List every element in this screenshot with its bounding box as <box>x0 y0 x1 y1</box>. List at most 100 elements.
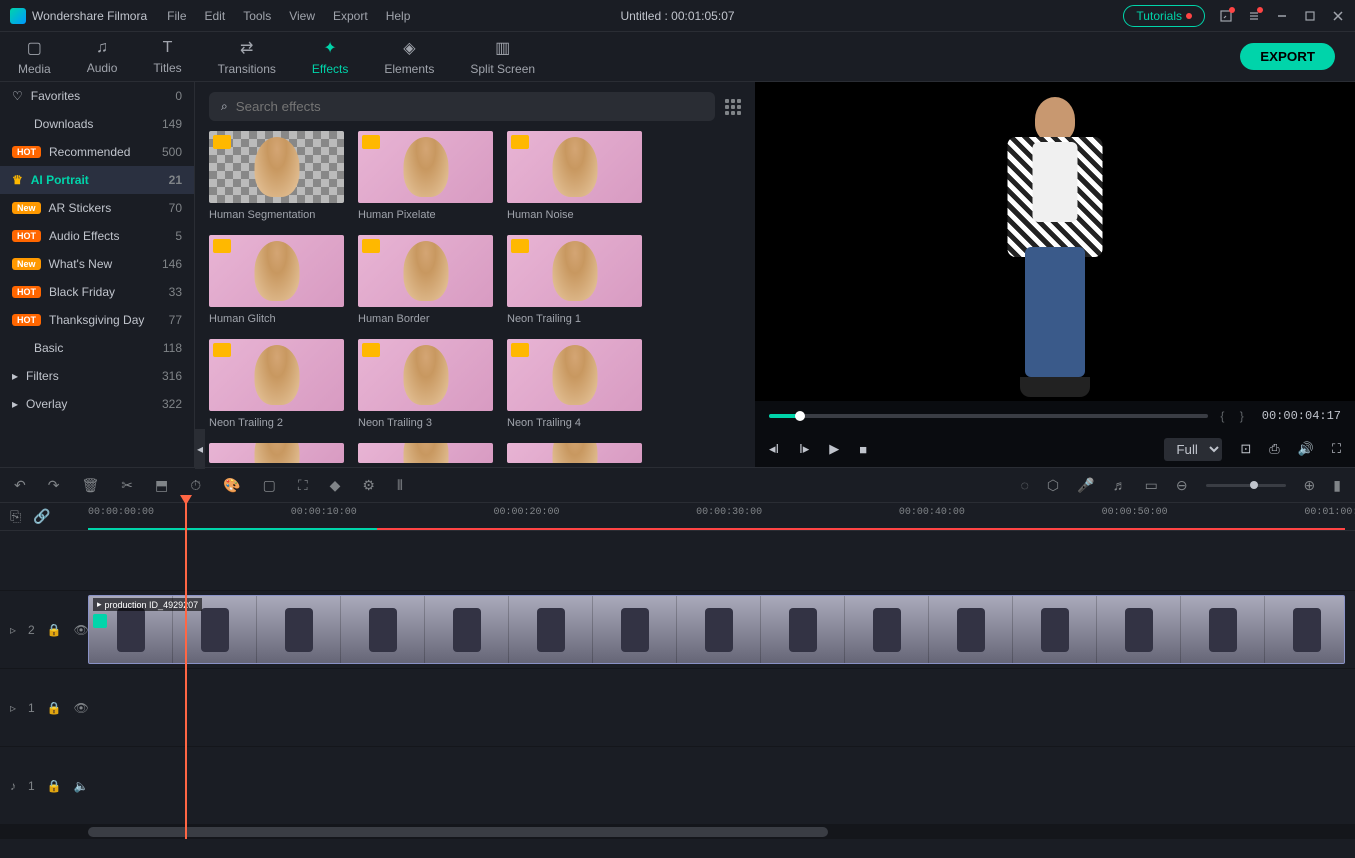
link-icon[interactable]: 🔗 <box>33 508 50 525</box>
speaker-icon[interactable]: 🔈 <box>74 779 89 793</box>
lock-icon[interactable]: 🔒 <box>47 779 62 793</box>
sidebar-item-basic[interactable]: Basic118 <box>0 334 194 362</box>
sidebar-item-ar-stickers[interactable]: NewAR Stickers70 <box>0 194 194 222</box>
mark-in-out-icon[interactable]: { } <box>1220 409 1249 423</box>
effect-neon-trailing-4[interactable]: Neon Trailing 4 <box>507 339 642 429</box>
video-clip[interactable]: ▸production ID_4929207 <box>88 595 1345 664</box>
eye-icon[interactable]: 👁 <box>74 701 89 715</box>
effect-more[interactable] <box>209 443 344 463</box>
quality-select[interactable]: Full <box>1164 438 1222 461</box>
fullscreen-icon[interactable]: ⛶ <box>1332 441 1341 457</box>
close-icon[interactable] <box>1331 9 1345 23</box>
marker-icon[interactable]: ⬡ <box>1047 477 1059 494</box>
play-button[interactable]: ▶ <box>829 441 839 457</box>
fit-icon[interactable]: ▮ <box>1333 477 1341 494</box>
scrub-handle[interactable] <box>795 411 805 421</box>
sidebar-item-thanksgiving[interactable]: HOTThanksgiving Day77 <box>0 306 194 334</box>
menu-edit[interactable]: Edit <box>205 9 226 23</box>
menu-help[interactable]: Help <box>386 9 411 23</box>
lock-icon[interactable]: 🔒 <box>47 623 62 637</box>
cut-icon[interactable]: ✂ <box>121 477 133 494</box>
lock-icon[interactable]: 🔒 <box>47 701 62 715</box>
export-button[interactable]: EXPORT <box>1240 43 1335 70</box>
step-button[interactable]: I▸ <box>799 441 809 457</box>
grid-view-icon[interactable] <box>725 99 741 115</box>
effect-human-border[interactable]: Human Border <box>358 235 493 325</box>
eye-icon[interactable]: 👁 <box>74 623 89 637</box>
display-icon[interactable]: ⊡ <box>1240 441 1251 457</box>
effect-human-noise[interactable]: Human Noise <box>507 131 642 221</box>
video-preview[interactable] <box>755 82 1355 401</box>
adjust-icon[interactable]: ⚙ <box>362 477 375 494</box>
tab-media[interactable]: ▢Media <box>0 32 69 81</box>
mixer-icon[interactable]: ♬ <box>1113 477 1127 493</box>
playhead[interactable] <box>185 503 187 839</box>
preview-scrubber[interactable]: { } 00:00:04:17 <box>755 401 1355 431</box>
maximize-icon[interactable] <box>1303 9 1317 23</box>
notes-icon[interactable] <box>1219 9 1233 23</box>
effect-human-segmentation[interactable]: Human Segmentation <box>209 131 344 221</box>
green-screen-icon[interactable]: ▢ <box>263 477 276 494</box>
record-icon[interactable]: 🎤 <box>1077 477 1094 494</box>
effect-more[interactable] <box>507 443 642 463</box>
undo-icon[interactable]: ↶ <box>14 477 26 494</box>
tutorials-button[interactable]: Tutorials <box>1123 5 1205 27</box>
stop-button[interactable]: ■ <box>859 442 867 457</box>
zoom-out-icon[interactable]: ⊖ <box>1176 477 1188 494</box>
zoom-in-icon[interactable]: ⊕ <box>1304 477 1316 494</box>
delete-icon[interactable]: 🗑 <box>81 477 99 494</box>
tab-audio[interactable]: ♫Audio <box>69 32 136 81</box>
color-icon[interactable]: 🎨 <box>223 477 240 494</box>
sidebar-item-overlay[interactable]: ▸Overlay322 <box>0 390 194 418</box>
sidebar-item-downloads[interactable]: Downloads149 <box>0 110 194 138</box>
effect-human-pixelate[interactable]: Human Pixelate <box>358 131 493 221</box>
timeline[interactable]: ⎘ 🔗 00:00:00:00 00:00:10:00 00:00:20:00 … <box>0 503 1355 839</box>
effects-grid[interactable]: Human Segmentation Human Pixelate Human … <box>195 131 755 463</box>
search-box[interactable]: ⌕ <box>209 92 715 121</box>
menu-tools[interactable]: Tools <box>243 9 271 23</box>
sidebar-item-audio-effects[interactable]: HOTAudio Effects5 <box>0 222 194 250</box>
frame-icon[interactable]: ▭ <box>1145 477 1158 494</box>
effects-sidebar[interactable]: ♡Favorites0 Downloads149 HOTRecommended5… <box>0 82 195 467</box>
effect-more[interactable] <box>358 443 493 463</box>
menu-file[interactable]: File <box>167 9 186 23</box>
effect-neon-trailing-2[interactable]: Neon Trailing 2 <box>209 339 344 429</box>
list-icon[interactable] <box>1247 9 1261 23</box>
crop-icon[interactable]: ⬒ <box>155 477 168 494</box>
sidebar-item-favorites[interactable]: ♡Favorites0 <box>0 82 194 110</box>
sidebar-item-filters[interactable]: ▸Filters316 <box>0 362 194 390</box>
sidebar-item-ai-portrait[interactable]: ♛AI Portrait21 <box>0 166 194 194</box>
audio-track-1[interactable]: ♪1🔒🔈 <box>0 747 1355 825</box>
sidebar-item-recommended[interactable]: HOTRecommended500 <box>0 138 194 166</box>
menu-view[interactable]: View <box>289 9 315 23</box>
effect-neon-trailing-3[interactable]: Neon Trailing 3 <box>358 339 493 429</box>
copy-icon[interactable]: ⎘ <box>10 508 21 525</box>
audio-icon[interactable]: ⫴ <box>397 477 403 494</box>
tab-transitions[interactable]: ⇄Transitions <box>200 32 294 81</box>
menu-export[interactable]: Export <box>333 9 368 23</box>
zoom-slider[interactable] <box>1206 484 1286 487</box>
effect-neon-trailing-1[interactable]: Neon Trailing 1 <box>507 235 642 325</box>
timeline-scrollbar[interactable] <box>0 825 1355 839</box>
sidebar-item-black-friday[interactable]: HOTBlack Friday33 <box>0 278 194 306</box>
redo-icon[interactable]: ↷ <box>48 477 60 494</box>
search-input[interactable] <box>236 99 703 114</box>
snapshot-icon[interactable]: ⎙ <box>1269 441 1279 457</box>
tab-effects[interactable]: ✦Effects <box>294 32 366 81</box>
sidebar-item-whats-new[interactable]: NewWhat's New146 <box>0 250 194 278</box>
tab-titles[interactable]: TTitles <box>135 32 199 81</box>
video-track-1[interactable]: ▹1🔒👁 <box>0 669 1355 747</box>
speed-icon[interactable]: ⏱ <box>190 477 201 494</box>
minimize-icon[interactable] <box>1275 9 1289 23</box>
prev-frame-button[interactable]: ◂I <box>769 441 779 457</box>
video-track-2[interactable]: ▹2🔒👁 ▸production ID_4929207 <box>0 591 1355 669</box>
detect-icon[interactable]: ⛶ <box>298 477 308 494</box>
volume-icon[interactable]: 🔊 <box>1298 441 1314 457</box>
timeline-ruler[interactable]: ⎘ 🔗 00:00:00:00 00:00:10:00 00:00:20:00 … <box>0 503 1355 531</box>
render-icon[interactable]: ◌ <box>1021 477 1029 493</box>
keyframe-icon[interactable]: ◆ <box>330 477 341 494</box>
sidebar-collapse-handle[interactable]: ◂ <box>195 429 205 469</box>
tab-elements[interactable]: ◈Elements <box>366 32 452 81</box>
effect-human-glitch[interactable]: Human Glitch <box>209 235 344 325</box>
tab-split-screen[interactable]: ▥Split Screen <box>452 32 553 81</box>
